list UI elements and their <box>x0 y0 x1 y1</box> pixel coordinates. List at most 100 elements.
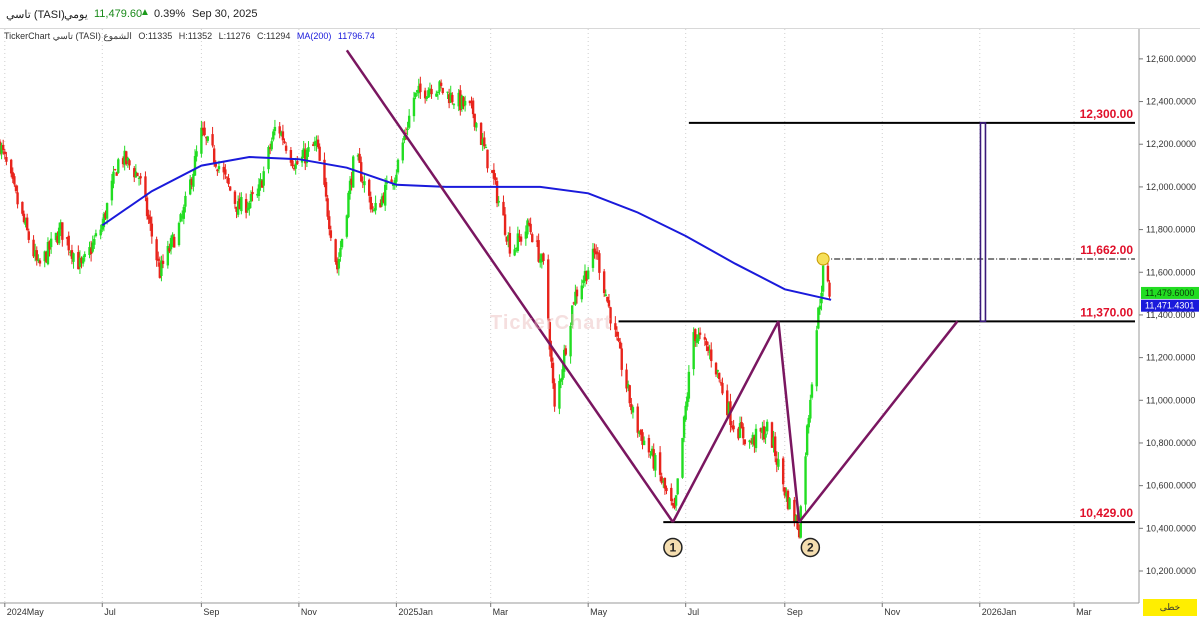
x-tick-label: 2026Jan <box>982 607 1017 617</box>
candle-body <box>815 330 818 387</box>
candle-body <box>248 202 251 210</box>
candle-body <box>586 270 590 280</box>
price-chart[interactable]: 12,300.0011,662.0011,370.0010,429.00 12 … <box>0 0 1200 619</box>
candle-body <box>414 92 417 97</box>
y-tick-label: 12,600.0000 <box>1146 54 1196 64</box>
candle-body <box>257 184 261 197</box>
candle-body <box>272 131 275 140</box>
candle-body <box>228 186 232 191</box>
candle-body <box>654 455 657 471</box>
candle-body <box>441 87 444 93</box>
candle-body <box>526 220 529 235</box>
candle-body <box>764 433 767 438</box>
candle-body <box>647 438 651 453</box>
candle-body <box>150 223 154 237</box>
candle-body <box>233 191 237 204</box>
candle-body <box>716 369 719 372</box>
candle-body <box>419 83 422 93</box>
candle-body <box>483 137 486 147</box>
candle-body <box>368 179 371 196</box>
candle-body <box>615 331 619 337</box>
candle-body <box>125 151 128 164</box>
candle-body <box>195 151 198 157</box>
candle-body <box>211 134 214 146</box>
candle-body <box>620 348 623 370</box>
candle-body <box>614 323 617 330</box>
candle-body <box>112 171 115 184</box>
y-tick-label: 12,200.0000 <box>1146 139 1196 149</box>
candle-body <box>179 214 182 222</box>
candle-body <box>406 128 409 131</box>
candle-body <box>383 184 387 206</box>
candle-body <box>777 459 780 467</box>
candle-body <box>705 341 708 346</box>
info-ma-value: 11796.74 <box>337 31 375 41</box>
candle-body <box>676 478 679 495</box>
candle-body <box>558 380 561 409</box>
candle-body <box>192 173 195 187</box>
candle-body <box>519 236 523 242</box>
candle-body <box>3 151 6 155</box>
candle-body <box>807 417 810 428</box>
point-label-text: 1 <box>670 541 677 555</box>
candle-body <box>9 159 13 174</box>
candle-body <box>628 385 631 404</box>
candle-body <box>291 160 294 167</box>
x-tick-label: Mar <box>493 607 509 617</box>
candle-body <box>193 156 197 176</box>
candle-body <box>821 265 825 292</box>
candle-body <box>14 185 18 192</box>
candle-body <box>542 253 545 261</box>
candle-body <box>273 126 277 132</box>
candle-body <box>684 405 687 420</box>
candle-body <box>828 282 831 297</box>
candle-body <box>818 305 822 310</box>
candle-body <box>698 332 702 335</box>
candle-body <box>721 382 724 394</box>
point-label-text: 2 <box>807 541 814 555</box>
candle-body <box>217 166 221 170</box>
candle-body <box>225 176 229 178</box>
candle-body <box>580 285 583 300</box>
candle-body <box>663 477 667 489</box>
candle-body <box>224 169 227 175</box>
candle-body <box>805 425 809 455</box>
candle-body <box>283 141 286 143</box>
candle-body <box>427 90 430 98</box>
candle-body <box>358 153 361 163</box>
candle-body <box>687 371 691 399</box>
marker-dot <box>816 252 830 266</box>
candle-body <box>155 239 158 261</box>
candle-body <box>436 91 440 93</box>
candle-body <box>537 240 540 262</box>
candle-body <box>494 177 497 181</box>
candle-body <box>451 94 454 103</box>
corner-button[interactable]: خطى <box>1143 599 1197 616</box>
candle-body <box>718 372 721 380</box>
candle-body <box>575 289 579 297</box>
x-tick-label: Jul <box>104 607 116 617</box>
candle-body <box>251 192 254 195</box>
info-low: L:11276 <box>218 31 251 41</box>
candle-body <box>38 260 42 264</box>
candle-body <box>631 407 635 413</box>
level-label: 10,429.00 <box>1080 506 1134 520</box>
candle-body <box>337 259 341 269</box>
candle-body <box>826 265 830 282</box>
x-tick-label: Mar <box>1076 607 1092 617</box>
info-high: H:11352 <box>178 31 213 41</box>
candle-body <box>262 171 265 186</box>
candle-body <box>145 197 149 217</box>
x-tick-label: Sep <box>203 607 219 617</box>
candle-body <box>765 421 769 432</box>
candle-body <box>395 174 398 182</box>
candle-body <box>817 307 820 329</box>
candle-body <box>177 222 181 245</box>
candle-body <box>13 176 16 185</box>
candle-body <box>430 88 433 95</box>
candle-body <box>206 136 209 141</box>
candle-body <box>216 169 219 172</box>
candle-body <box>16 192 19 205</box>
candle-body <box>49 238 53 248</box>
candle-body <box>128 160 131 166</box>
